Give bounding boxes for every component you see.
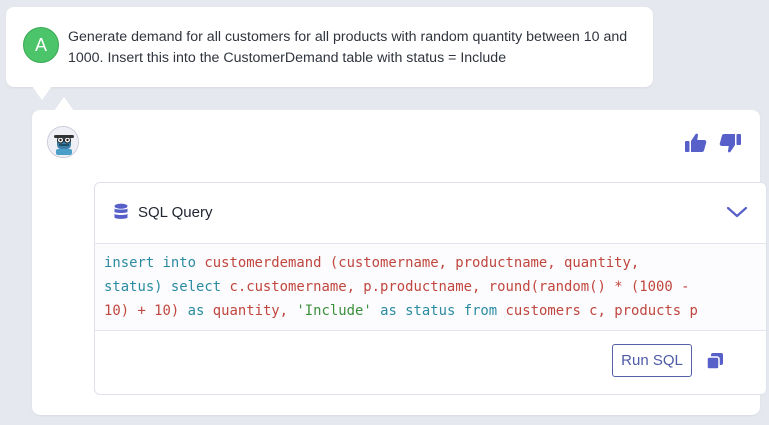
sql-code-block[interactable]: insert into customerdemand (customername… (95, 243, 766, 331)
assistant-response-card: SQL Query insert into customerdemand (cu… (32, 110, 767, 415)
robot-avatar-icon (47, 126, 79, 158)
code-line-1: insert into customerdemand (customername… (104, 255, 640, 271)
code-line-2: status) select c.customername, p.product… (104, 279, 690, 295)
user-message-bubble: A Generate demand for all customers for … (6, 7, 653, 100)
response-bubble-tail (54, 97, 74, 111)
sql-panel-header[interactable]: SQL Query (95, 183, 766, 243)
user-bubble-tail (32, 86, 52, 100)
feedback-buttons (684, 132, 742, 154)
user-avatar: A (23, 27, 59, 63)
run-sql-button[interactable]: Run SQL (612, 344, 692, 377)
chevron-down-icon[interactable] (726, 203, 748, 221)
code-line-3: 10) + 10) as quantity, 'Include' as stat… (104, 303, 698, 319)
sql-query-panel: SQL Query insert into customerdemand (cu… (94, 182, 767, 395)
thumbs-up-icon[interactable] (684, 132, 708, 154)
user-message-text: Generate demand for all customers for al… (68, 29, 628, 66)
sql-panel-title: SQL Query (138, 204, 213, 221)
database-icon (113, 203, 129, 221)
copy-icon[interactable] (706, 352, 724, 370)
thumbs-down-icon[interactable] (718, 132, 742, 154)
